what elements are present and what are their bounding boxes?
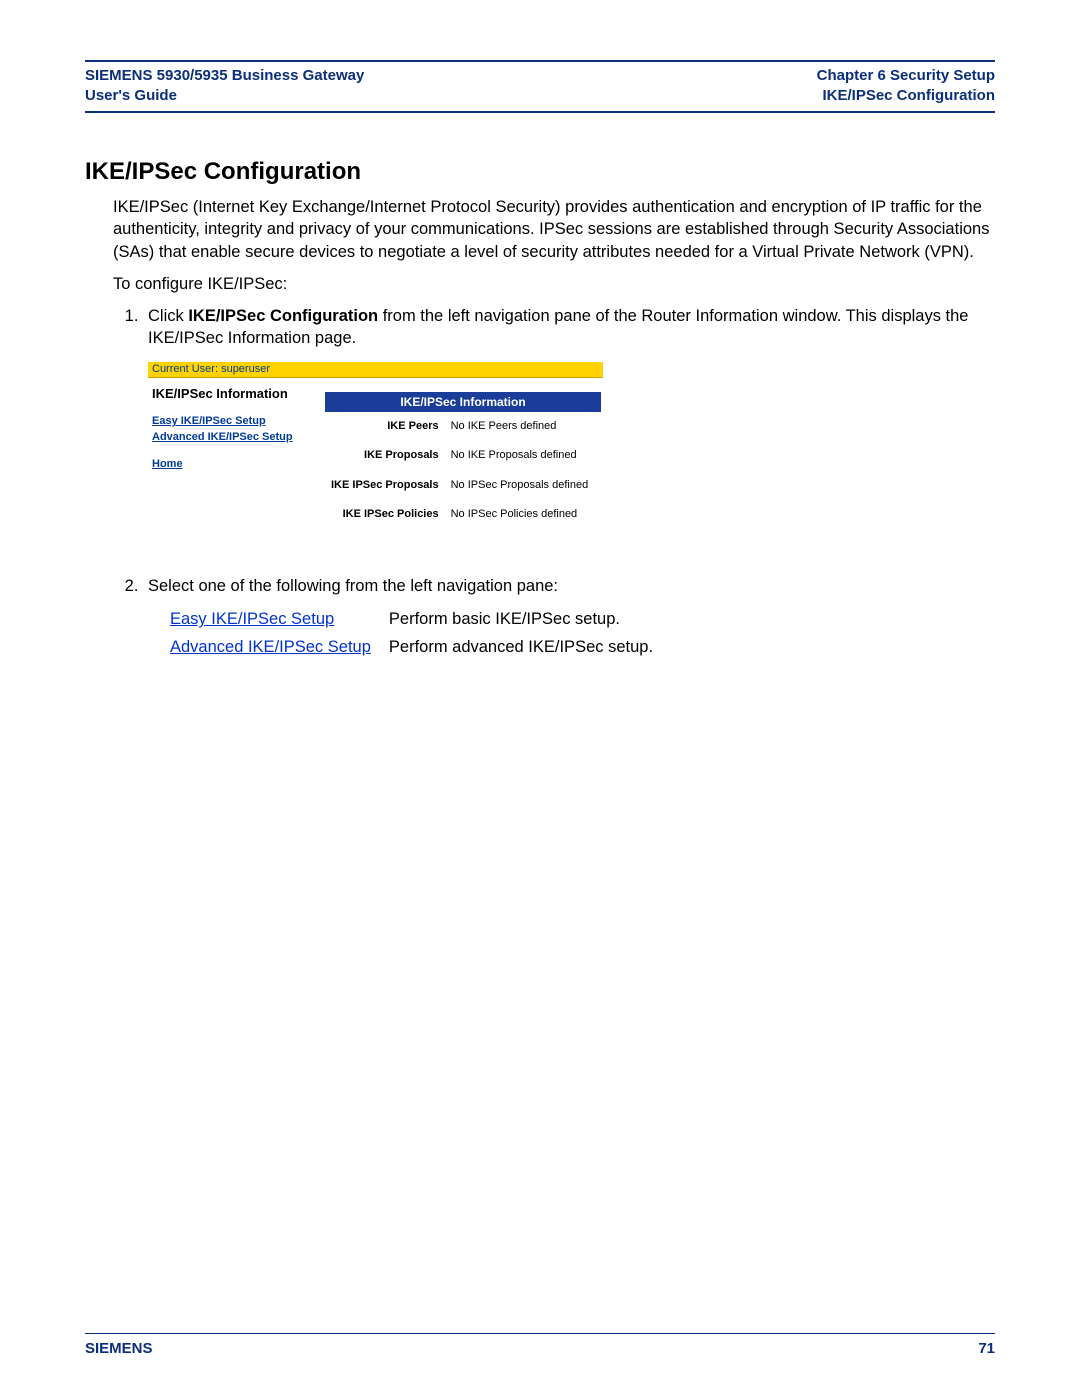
option-row: Advanced IKE/IPSec Setup Perform advance…: [170, 633, 671, 661]
option-link-cell: Advanced IKE/IPSec Setup: [170, 633, 389, 661]
header-left: SIEMENS 5930/5935 Business Gateway User'…: [85, 66, 364, 105]
page-title: IKE/IPSec Configuration: [85, 158, 995, 186]
document-page: SIEMENS 5930/5935 Business Gateway User'…: [0, 0, 1080, 1397]
current-user-bar: Current User: superuser: [148, 362, 603, 378]
row-label: IKE Proposals: [325, 441, 445, 470]
step2-text: Select one of the following from the lef…: [148, 577, 558, 595]
info-table-title: IKE/IPSec Information: [325, 392, 601, 412]
info-table: IKE/IPSec Information IKE Peers No IKE P…: [325, 392, 601, 529]
footer-page-number: 71: [978, 1340, 995, 1357]
option-row: Easy IKE/IPSec Setup Perform basic IKE/I…: [170, 605, 671, 633]
row-label: IKE IPSec Policies: [325, 500, 445, 529]
page-footer: SIEMENS 71: [85, 1333, 995, 1357]
intro-paragraph: IKE/IPSec (Internet Key Exchange/Interne…: [113, 196, 995, 263]
link-easy-setup[interactable]: Easy IKE/IPSec Setup: [152, 415, 317, 428]
body-content: IKE/IPSec (Internet Key Exchange/Interne…: [113, 196, 995, 662]
table-row: IKE Proposals No IKE Proposals defined: [325, 441, 601, 470]
option-link-cell: Easy IKE/IPSec Setup: [170, 605, 389, 633]
embed-main: IKE/IPSec Information IKE Peers No IKE P…: [323, 378, 603, 557]
sidebar-title: IKE/IPSec Information: [152, 386, 317, 402]
header-product: SIEMENS 5930/5935 Business Gateway: [85, 66, 364, 86]
row-value: No IPSec Proposals defined: [445, 471, 601, 500]
header-chapter: Chapter 6 Security Setup: [817, 66, 995, 86]
option-desc: Perform basic IKE/IPSec setup.: [389, 605, 671, 633]
table-row: IKE IPSec Proposals No IPSec Proposals d…: [325, 471, 601, 500]
row-label: IKE Peers: [325, 412, 445, 441]
table-row: IKE Peers No IKE Peers defined: [325, 412, 601, 441]
step-2: Select one of the following from the lef…: [143, 575, 995, 662]
step1-bold: IKE/IPSec Configuration: [188, 307, 378, 325]
link-advanced-setup[interactable]: Advanced IKE/IPSec Setup: [152, 431, 317, 444]
header-section: IKE/IPSec Configuration: [817, 86, 995, 106]
row-label: IKE IPSec Proposals: [325, 471, 445, 500]
row-value: No IKE Proposals defined: [445, 441, 601, 470]
footer-brand: SIEMENS: [85, 1340, 153, 1357]
option-link-advanced[interactable]: Advanced IKE/IPSec Setup: [170, 638, 371, 656]
link-home[interactable]: Home: [152, 458, 317, 471]
row-value: No IPSec Policies defined: [445, 500, 601, 529]
option-link-easy[interactable]: Easy IKE/IPSec Setup: [170, 610, 334, 628]
configure-lead: To configure IKE/IPSec:: [113, 273, 995, 295]
step1-prefix: Click: [148, 307, 188, 325]
options-table: Easy IKE/IPSec Setup Perform basic IKE/I…: [170, 605, 671, 662]
option-desc: Perform advanced IKE/IPSec setup.: [389, 633, 671, 661]
steps-list: Click IKE/IPSec Configuration from the l…: [113, 305, 995, 662]
table-row: IKE IPSec Policies No IPSec Policies def…: [325, 500, 601, 529]
embedded-screenshot: Current User: superuser IKE/IPSec Inform…: [148, 362, 603, 557]
row-value: No IKE Peers defined: [445, 412, 601, 441]
step-1: Click IKE/IPSec Configuration from the l…: [143, 305, 995, 557]
header-right: Chapter 6 Security Setup IKE/IPSec Confi…: [817, 66, 995, 105]
page-header: SIEMENS 5930/5935 Business Gateway User'…: [85, 60, 995, 113]
embed-body: IKE/IPSec Information Easy IKE/IPSec Set…: [148, 378, 603, 557]
embed-sidebar: IKE/IPSec Information Easy IKE/IPSec Set…: [148, 378, 323, 557]
header-guide: User's Guide: [85, 86, 364, 106]
